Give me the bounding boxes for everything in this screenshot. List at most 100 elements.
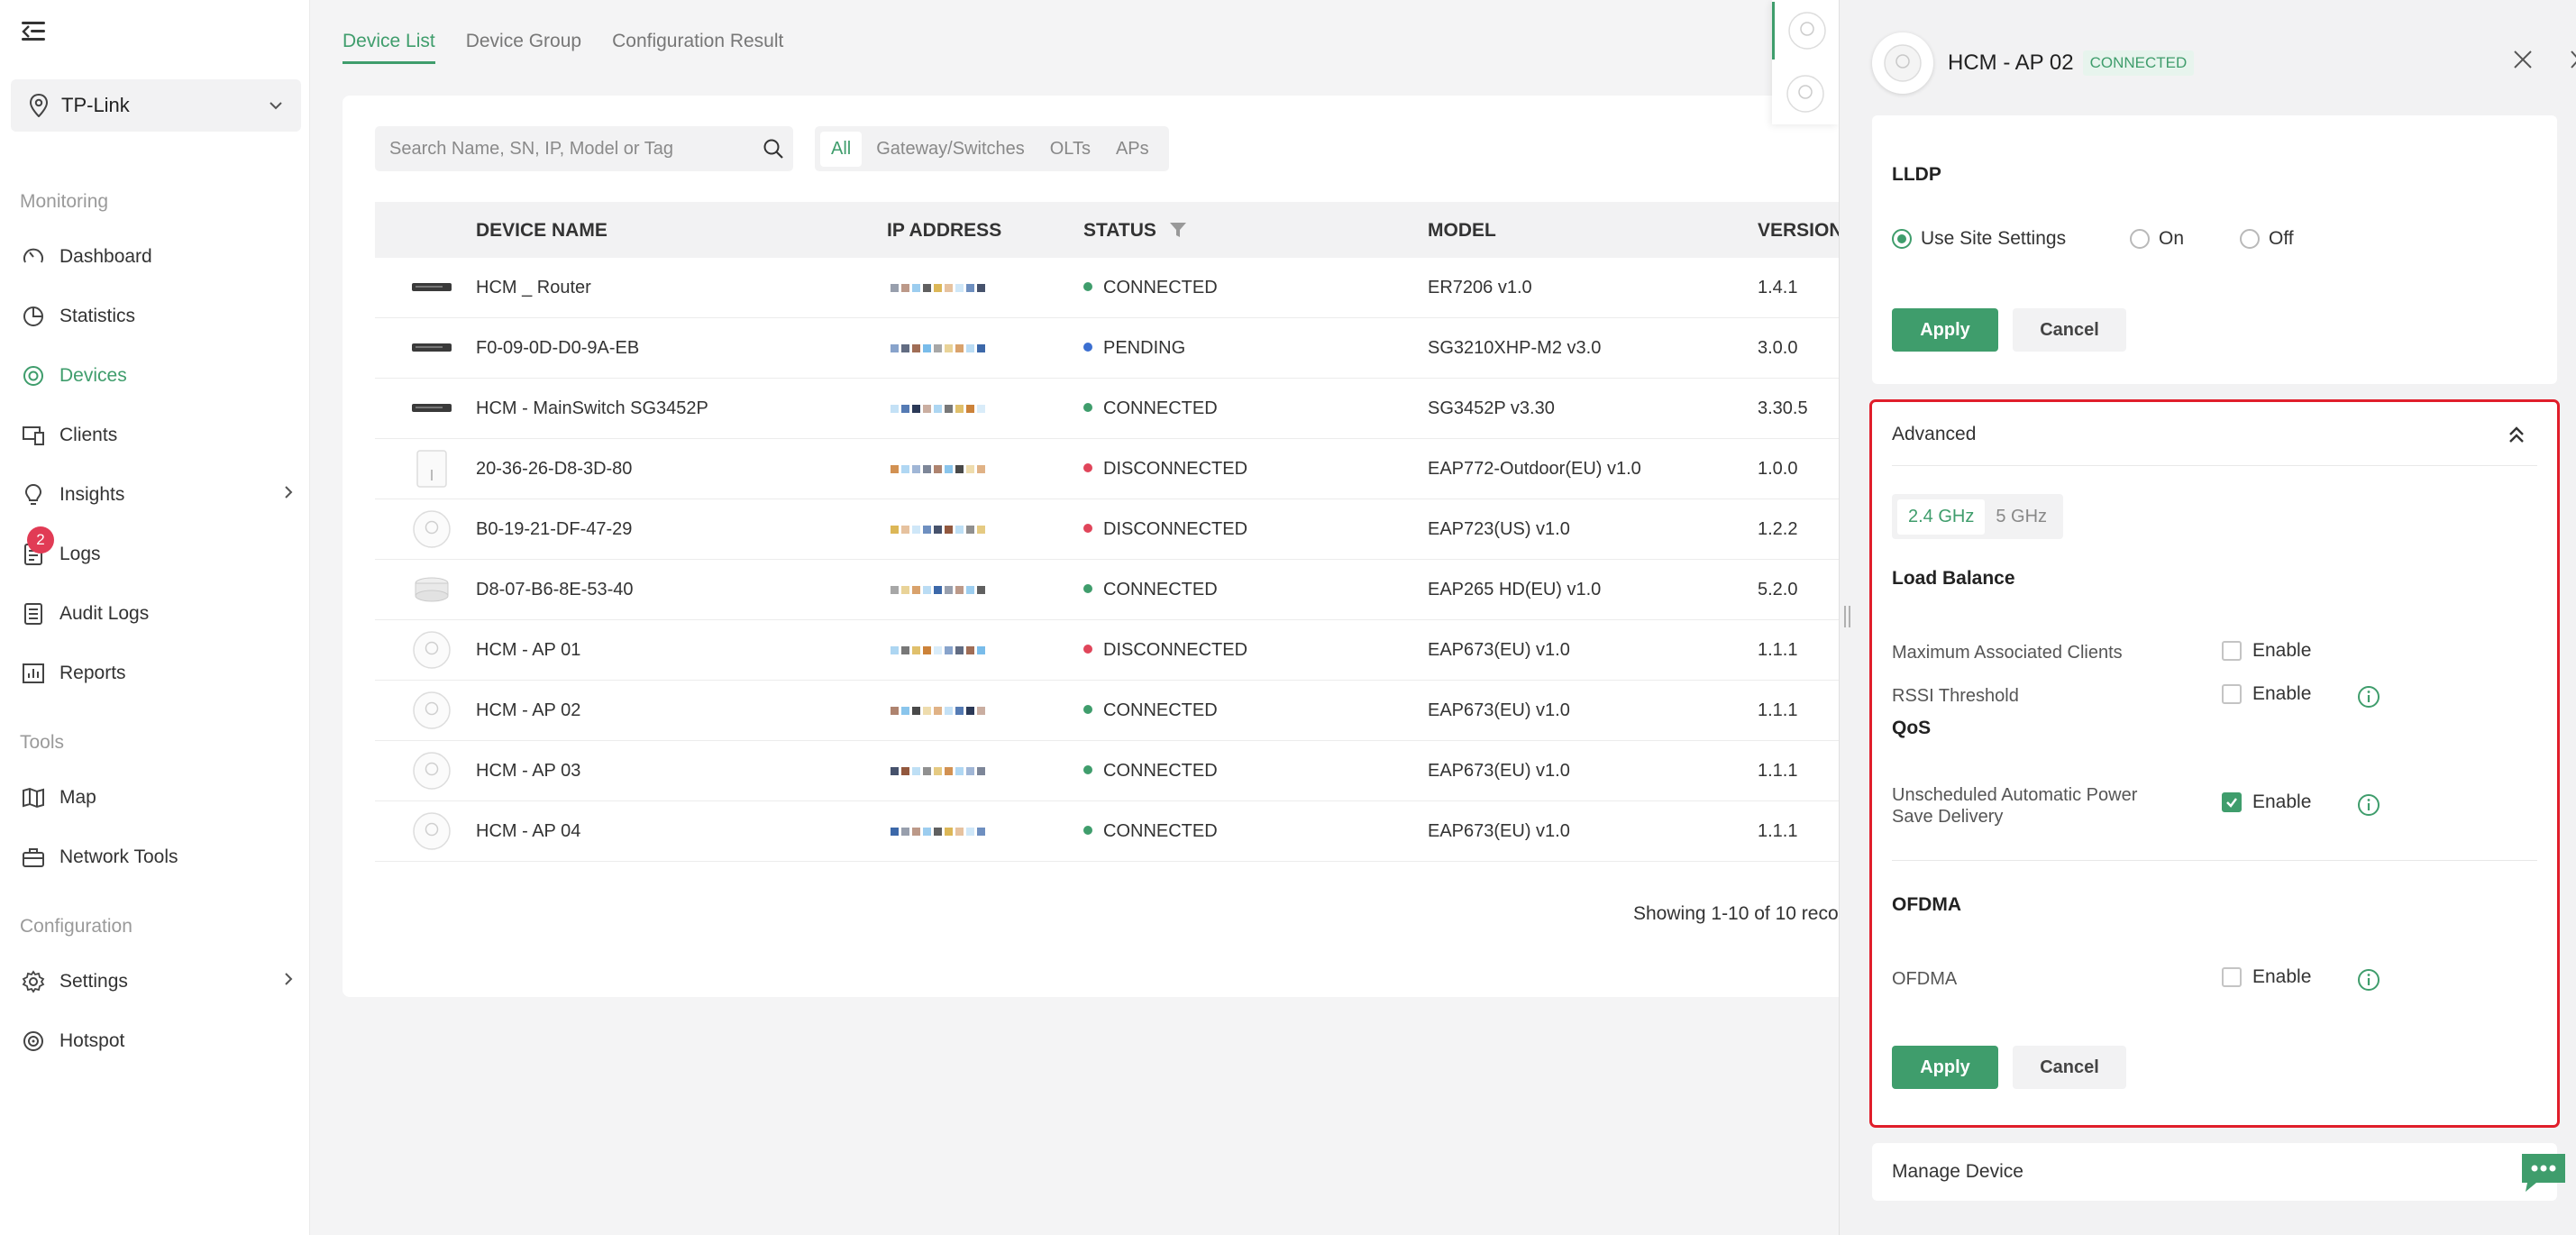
- lldp-radio-on[interactable]: On: [2130, 228, 2184, 250]
- status-cell: DISCONNECTED: [1083, 519, 1247, 540]
- status-text: CONNECTED: [1103, 821, 1218, 841]
- gauge-icon: [23, 248, 43, 263]
- device-name-cell[interactable]: HCM - AP 01: [476, 640, 580, 661]
- sidebar-item-label: Insights: [59, 484, 125, 505]
- table-row[interactable]: B0-19-21-DF-47-29 DISCONNECTED EAP723(US) …: [375, 499, 1893, 560]
- filter-aps[interactable]: APs: [1105, 132, 1160, 167]
- status-dot: [1083, 584, 1092, 593]
- column-model[interactable]: MODEL: [1428, 220, 1496, 242]
- device-name-cell[interactable]: HCM - AP 02: [476, 700, 580, 721]
- sidebar-item-map[interactable]: Map: [0, 773, 309, 822]
- version-cell: 1.1.1: [1758, 821, 1798, 841]
- ip-address-redacted: [891, 824, 999, 840]
- chevron-right-icon[interactable]: [2570, 49, 2576, 70]
- lldp-apply-button[interactable]: Apply: [1892, 308, 1998, 352]
- uapsd-label: Unscheduled Automatic Power Save Deliver…: [1892, 785, 2138, 827]
- ip-address-redacted: [891, 703, 999, 719]
- filter-gateway-switches[interactable]: Gateway/Switches: [865, 132, 1036, 167]
- device-name-cell[interactable]: 20-36-26-D8-3D-80: [476, 459, 632, 480]
- drawer-resize-handle[interactable]: [1844, 606, 1857, 631]
- status-dot: [1083, 403, 1092, 412]
- close-icon[interactable]: [2512, 49, 2534, 70]
- sidebar-item-network-tools[interactable]: Network Tools: [0, 833, 309, 882]
- table-row[interactable]: HCM - MainSwitch SG3452P CONNECTED SG3452P…: [375, 379, 1893, 439]
- sidebar-item-reports[interactable]: Reports: [0, 649, 309, 698]
- table-row[interactable]: F0-09-0D-D0-9A-EB PENDING SG3210XHP-M2 v3.…: [375, 318, 1893, 379]
- table-row[interactable]: 20-36-26-D8-3D-80 DISCONNECTED EAP772-Outd…: [375, 439, 1893, 499]
- version-cell: 1.1.1: [1758, 700, 1798, 720]
- table-row[interactable]: D8-07-B6-8E-53-40 CONNECTED EAP265 HD(EU) …: [375, 560, 1893, 620]
- table-row[interactable]: HCM _ Router CONNECTED ER7206 v1.0 1.4.1: [375, 258, 1893, 318]
- sidebar-item-statistics[interactable]: Statistics: [0, 292, 309, 341]
- device-name-cell[interactable]: HCM - AP 03: [476, 761, 580, 782]
- column-status[interactable]: STATUS: [1083, 220, 1187, 242]
- band-tab-5ghz[interactable]: 5 GHz: [1985, 499, 2058, 535]
- radio-label: Use Site Settings: [1921, 228, 2067, 249]
- column-ip-address[interactable]: IP ADDRESS: [887, 220, 1001, 242]
- table-row[interactable]: HCM - AP 02 CONNECTED EAP673(EU) v1.0 1.1.1: [375, 681, 1893, 741]
- table-row[interactable]: HCM - AP 03 CONNECTED EAP673(EU) v1.0 1.1.1: [375, 741, 1893, 801]
- chevron-double-up-icon[interactable]: [2508, 425, 2525, 445]
- info-icon[interactable]: [2357, 685, 2380, 709]
- device-tabs: Device List Device Group Configuration R…: [343, 31, 783, 64]
- pagination-summary: Showing 1-10 of 10 reco: [1633, 903, 1839, 924]
- lldp-radio-site-settings[interactable]: Use Site Settings: [1892, 228, 2066, 250]
- filter-funnel-icon[interactable]: [1169, 222, 1187, 238]
- ofdma-enable-checkbox[interactable]: Enable: [2222, 966, 2311, 988]
- device-name-cell[interactable]: F0-09-0D-D0-9A-EB: [476, 338, 639, 359]
- tab-device-list[interactable]: Device List: [343, 31, 435, 64]
- sidebar-item-label: Network Tools: [59, 846, 178, 867]
- device-name-cell[interactable]: D8-07-B6-8E-53-40: [476, 580, 634, 600]
- status-text: CONNECTED: [1103, 580, 1218, 599]
- rssi-threshold-label: RSSI Threshold: [1892, 686, 2019, 706]
- ip-address-redacted: [891, 401, 999, 417]
- open-device-tab[interactable]: [1772, 2, 1839, 59]
- rssi-enable-checkbox[interactable]: Enable: [2222, 683, 2311, 705]
- device-name-cell[interactable]: HCM - MainSwitch SG3452P: [476, 398, 708, 419]
- max-clients-enable-checkbox[interactable]: Enable: [2222, 640, 2311, 662]
- tab-configuration-result[interactable]: Configuration Result: [612, 31, 783, 64]
- search-icon[interactable]: [763, 138, 784, 160]
- info-icon[interactable]: [2357, 793, 2380, 817]
- device-name-cell[interactable]: HCM _ Router: [476, 278, 591, 298]
- device-name-cell[interactable]: B0-19-21-DF-47-29: [476, 519, 632, 540]
- filter-olts[interactable]: OLTs: [1039, 132, 1101, 167]
- table-row[interactable]: HCM - AP 04 CONNECTED EAP673(EU) v1.0 1.1.1: [375, 801, 1893, 862]
- advanced-cancel-button[interactable]: Cancel: [2013, 1046, 2126, 1089]
- model-cell: EAP673(EU) v1.0: [1428, 640, 1570, 660]
- sidebar-item-dashboard[interactable]: Dashboard: [0, 233, 309, 281]
- chat-icon[interactable]: [2518, 1150, 2569, 1194]
- sidebar-item-hotspot[interactable]: Hotspot: [0, 1017, 309, 1066]
- nav-section-tools: Tools: [20, 732, 65, 753]
- info-icon[interactable]: [2357, 968, 2380, 992]
- sidebar-item-devices[interactable]: Devices: [0, 352, 309, 400]
- filter-all[interactable]: All: [820, 131, 863, 167]
- tab-device-group[interactable]: Device Group: [466, 31, 581, 64]
- advanced-apply-button[interactable]: Apply: [1892, 1046, 1998, 1089]
- site-selector[interactable]: TP-Link: [11, 79, 301, 132]
- uapsd-enable-checkbox[interactable]: Enable: [2222, 791, 2311, 813]
- device-name-cell[interactable]: HCM - AP 04: [476, 821, 580, 842]
- version-cell: 1.0.0: [1758, 459, 1798, 479]
- device-list-card: All Gateway/Switches OLTs APs DEVICE NAM…: [343, 96, 1893, 997]
- manage-device-panel[interactable]: Manage Device: [1872, 1143, 2557, 1201]
- search-input[interactable]: [375, 126, 793, 171]
- checkmark-icon: [2226, 798, 2237, 808]
- sidebar-item-insights[interactable]: Insights: [0, 471, 309, 519]
- band-tab-2-4ghz[interactable]: 2.4 GHz: [1897, 499, 1986, 535]
- column-device-name[interactable]: DEVICE NAME: [476, 220, 607, 242]
- checkbox-label: Enable: [2252, 683, 2312, 704]
- status-cell: CONNECTED: [1083, 278, 1218, 298]
- lldp-cancel-button[interactable]: Cancel: [2013, 308, 2126, 352]
- sidebar-item-settings[interactable]: Settings: [0, 957, 309, 1006]
- lldp-radio-off[interactable]: Off: [2240, 228, 2294, 250]
- sidebar-item-clients[interactable]: Clients: [0, 411, 309, 460]
- sidebar-item-audit-logs[interactable]: Audit Logs: [0, 590, 309, 638]
- open-device-tab[interactable]: [1772, 65, 1839, 123]
- switch-device-icon: [412, 343, 452, 352]
- column-version[interactable]: VERSION: [1758, 220, 1843, 242]
- table-row[interactable]: HCM - AP 01 DISCONNECTED EAP673(EU) v1.0 1.…: [375, 620, 1893, 681]
- menu-collapse-icon[interactable]: [22, 20, 47, 43]
- status-cell: CONNECTED: [1083, 821, 1218, 842]
- sidebar-item-logs[interactable]: Logs 2: [0, 526, 309, 579]
